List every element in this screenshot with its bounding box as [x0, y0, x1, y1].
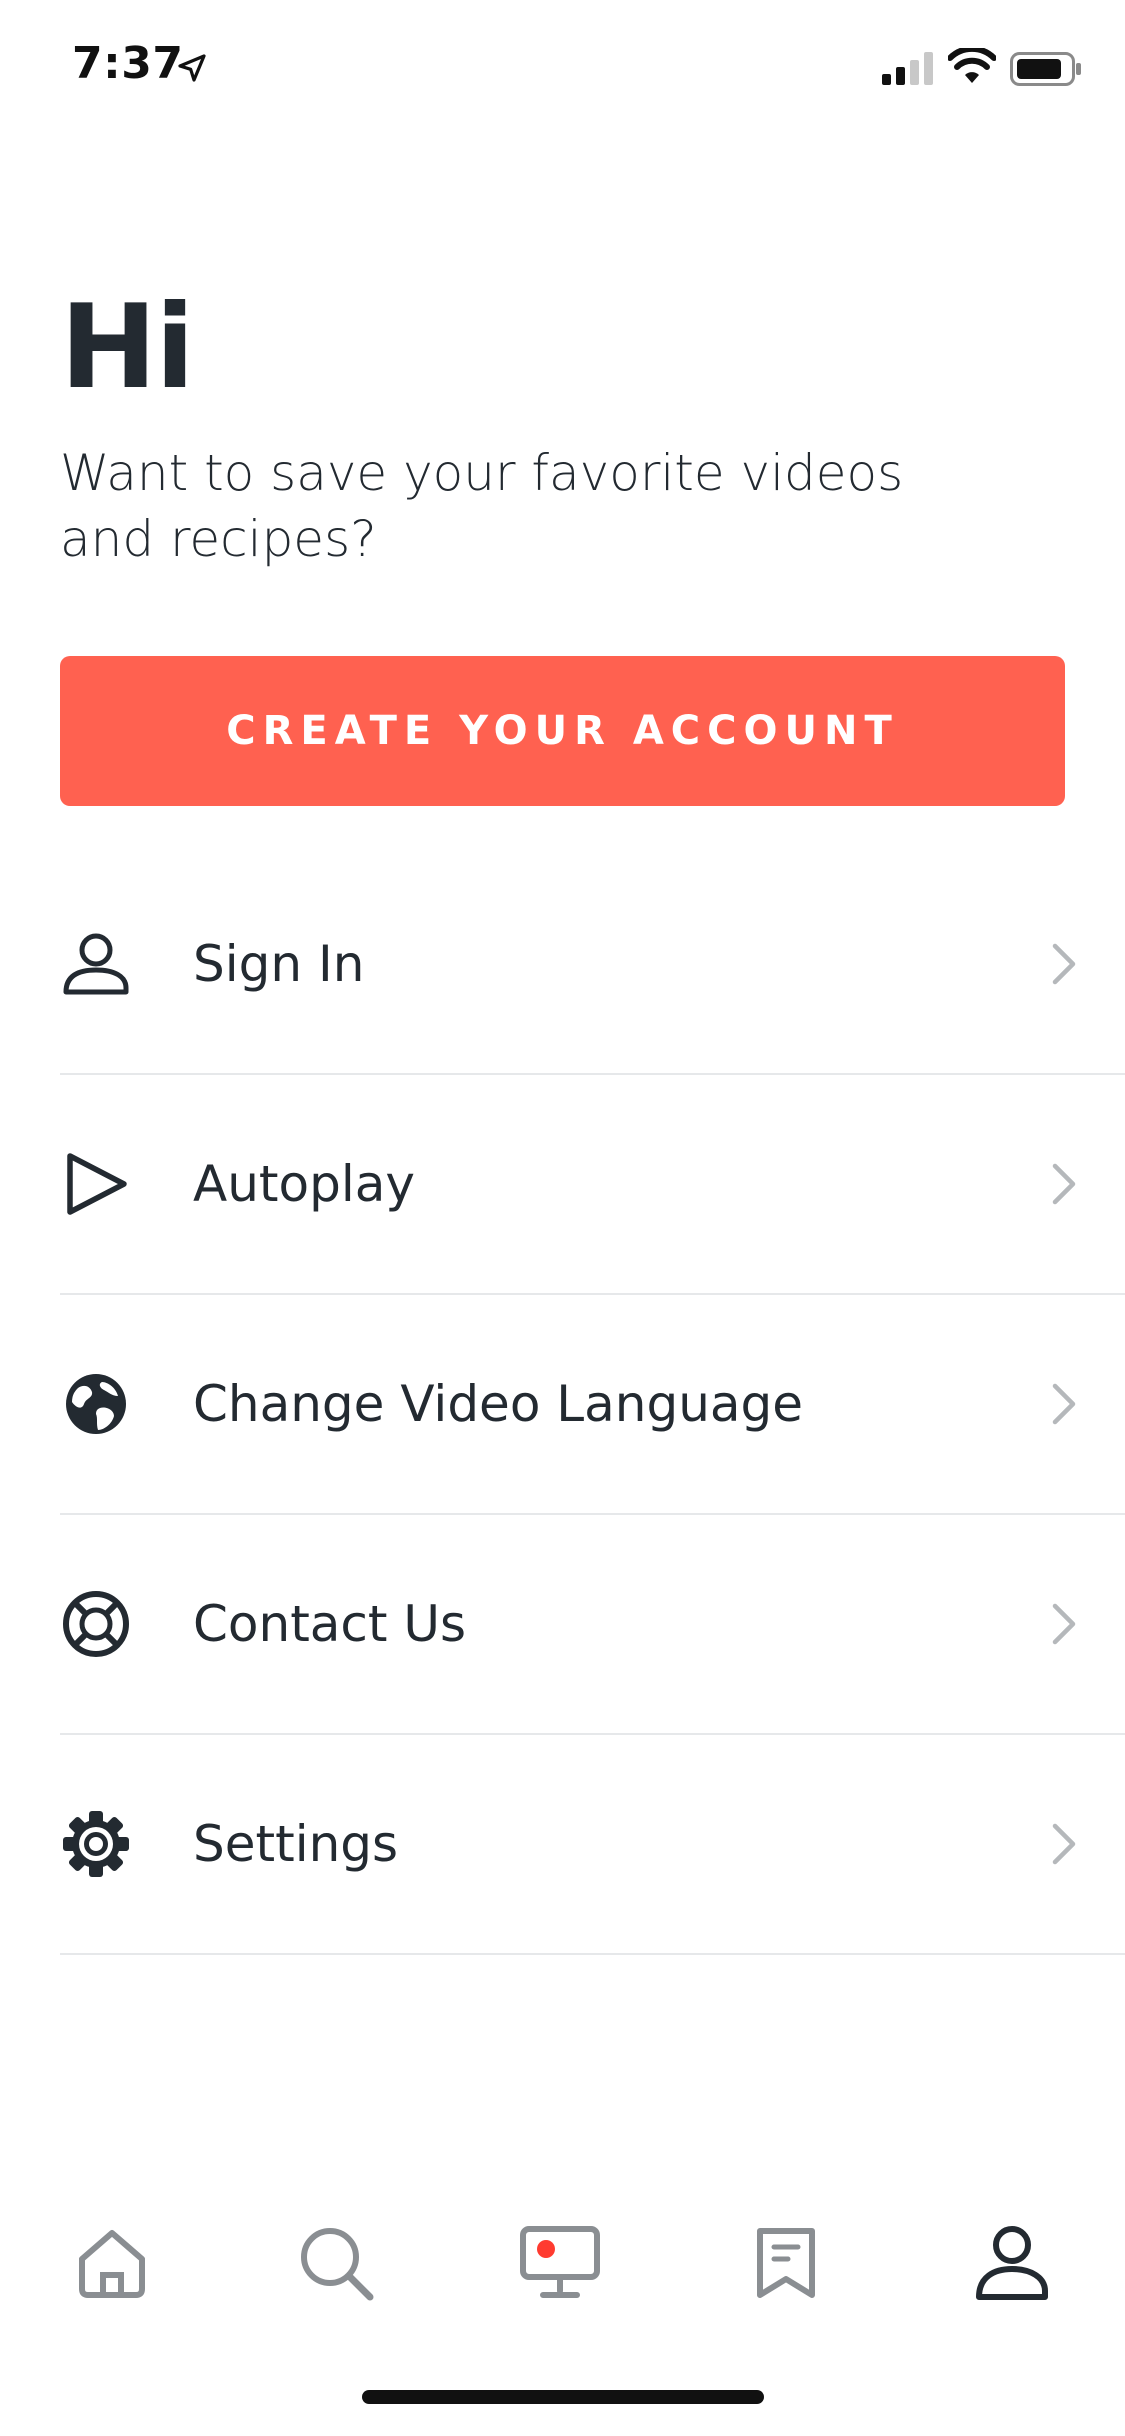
globe-icon [66, 1374, 126, 1434]
home-indicator [362, 2390, 764, 2404]
menu-item-label: Sign In [193, 935, 365, 993]
chevron-right-icon [1052, 1823, 1076, 1865]
gear-icon [63, 1811, 129, 1877]
battery-icon [1010, 52, 1081, 86]
chevron-right-icon [1052, 1603, 1076, 1645]
tab-home[interactable] [67, 2218, 157, 2308]
tab-saved[interactable] [741, 2218, 831, 2308]
menu-item-change-video-language[interactable]: Change Video Language [60, 1295, 1125, 1515]
menu-item-sign-in[interactable]: Sign In [60, 855, 1125, 1075]
menu-item-label: Settings [193, 1815, 399, 1873]
lifebuoy-icon [63, 1591, 129, 1657]
bookmark-icon [757, 2228, 815, 2298]
tv-icon [520, 2226, 600, 2298]
tab-profile[interactable] [967, 2218, 1057, 2308]
create-account-button[interactable]: CREATE YOUR ACCOUNT [60, 656, 1065, 806]
play-icon [67, 1153, 127, 1215]
menu-item-label: Autoplay [193, 1155, 415, 1213]
home-icon [79, 2230, 145, 2298]
account-menu: Sign In Autoplay Change Video Language C… [60, 855, 1125, 1955]
status-time: 7:37 [72, 38, 184, 89]
menu-item-label: Contact Us [193, 1595, 467, 1653]
chevron-right-icon [1052, 1163, 1076, 1205]
menu-item-contact-us[interactable]: Contact Us [60, 1515, 1125, 1735]
status-bar: 7:37 [0, 0, 1125, 132]
menu-item-settings[interactable]: Settings [60, 1735, 1125, 1955]
greeting-subtitle: Want to save your favorite videos and re… [60, 444, 904, 568]
chevron-right-icon [1052, 943, 1076, 985]
tab-watch[interactable] [515, 2218, 605, 2308]
profile-icon [976, 2226, 1048, 2300]
search-icon [301, 2228, 374, 2301]
wifi-icon [948, 48, 996, 83]
tab-search[interactable] [291, 2218, 381, 2308]
location-arrow-icon [178, 54, 206, 82]
menu-item-label: Change Video Language [193, 1375, 804, 1433]
greeting-title: Hi [60, 280, 195, 415]
cellular-signal-icon [882, 52, 933, 85]
menu-item-autoplay[interactable]: Autoplay [60, 1075, 1125, 1295]
user-icon [63, 933, 129, 995]
tab-bar [0, 2200, 1125, 2340]
chevron-right-icon [1052, 1383, 1076, 1425]
